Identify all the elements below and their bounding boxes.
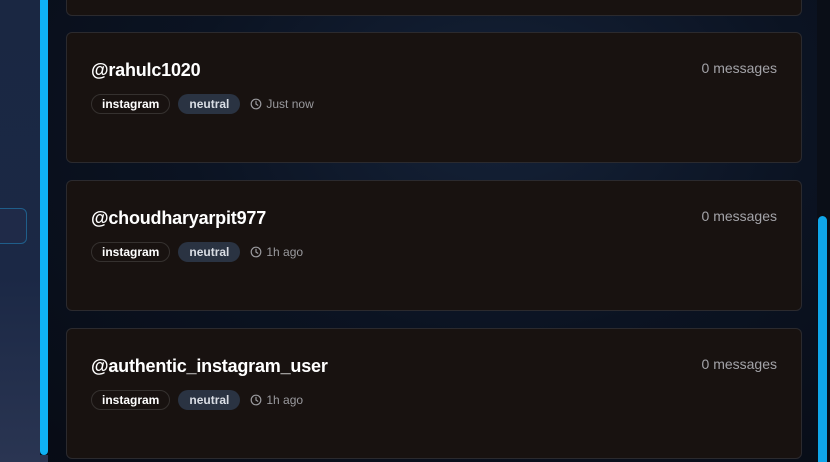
- timestamp-text: 1h ago: [266, 245, 304, 259]
- conversation-card-partial[interactable]: [66, 0, 802, 16]
- timestamp: 1h ago: [250, 245, 303, 259]
- left-accent-bar: [40, 0, 48, 455]
- card-username: @choudharyarpit977: [91, 208, 267, 228]
- card-meta: instagram neutral 1h ago: [91, 242, 303, 262]
- platform-badge: instagram: [91, 390, 171, 410]
- clock-icon: [250, 394, 262, 406]
- sentiment-badge: neutral: [178, 390, 241, 410]
- card-username: @authentic_instagram_user: [91, 356, 328, 376]
- timestamp: Just now: [250, 97, 314, 111]
- scrollbar-thumb[interactable]: [818, 216, 827, 462]
- clock-icon: [250, 98, 262, 110]
- sentiment-badge: neutral: [178, 94, 241, 114]
- conversation-card[interactable]: @choudharyarpit977 0 messages instagram …: [66, 180, 802, 311]
- message-count: 0 messages: [701, 208, 777, 224]
- timestamp-text: 1h ago: [266, 393, 304, 407]
- message-count: 0 messages: [701, 356, 777, 372]
- sentiment-badge: neutral: [178, 242, 241, 262]
- card-meta: instagram neutral Just now: [91, 94, 314, 114]
- timestamp: 1h ago: [250, 393, 303, 407]
- sidebar-active-item[interactable]: [0, 208, 27, 244]
- conversation-list: @rahulc1020 0 messages instagram neutral…: [66, 0, 802, 462]
- card-username: @rahulc1020: [91, 60, 201, 80]
- left-accent-bottom: [40, 455, 48, 462]
- platform-badge: instagram: [91, 94, 171, 114]
- card-meta: instagram neutral 1h ago: [91, 390, 303, 410]
- clock-icon: [250, 246, 262, 258]
- sidebar: [0, 0, 40, 462]
- timestamp-text: Just now: [266, 97, 314, 111]
- conversation-card[interactable]: @authentic_instagram_user 0 messages ins…: [66, 328, 802, 459]
- platform-badge: instagram: [91, 242, 171, 262]
- message-count: 0 messages: [701, 60, 777, 76]
- conversation-card[interactable]: @rahulc1020 0 messages instagram neutral…: [66, 32, 802, 163]
